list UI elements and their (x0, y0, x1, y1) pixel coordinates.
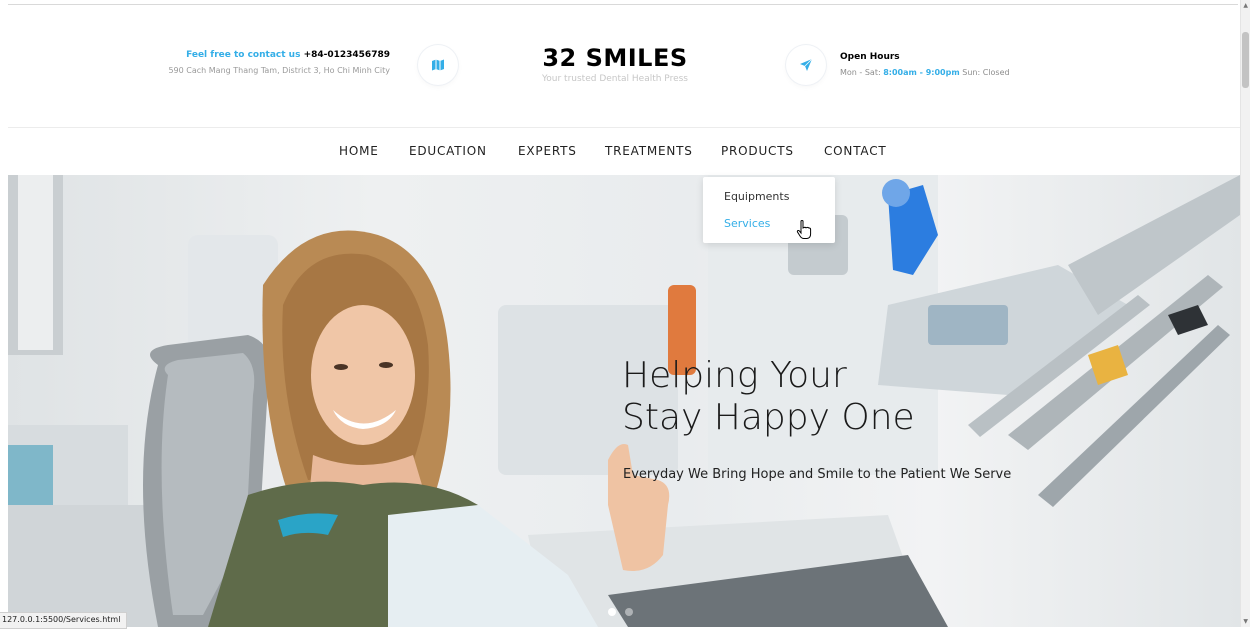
slider-dot-2[interactable] (625, 608, 634, 616)
brand-tagline: Your trusted Dental Health Press (541, 74, 688, 84)
contact-info: Feel free to contact us +84-0123456789 5… (168, 50, 390, 75)
vertical-scrollbar[interactable]: ▲ ▼ (1240, 0, 1250, 627)
brand-title[interactable]: 32 SMILES (510, 44, 720, 72)
hand-cursor-icon (796, 220, 812, 239)
hours-title: Open Hours (840, 52, 900, 62)
site-header: Feel free to contact us +84-0123456789 5… (0, 0, 1240, 128)
nav-experts[interactable]: EXPERTS (518, 144, 577, 158)
map-icon (418, 45, 458, 85)
scroll-down-arrow-icon[interactable]: ▼ (1243, 618, 1248, 625)
browser-status-bar: 127.0.0.1:5500/Services.html (0, 612, 128, 629)
contact-prefix: Feel free to contact us (186, 50, 301, 60)
contact-phone[interactable]: +84-0123456789 (304, 50, 390, 60)
paper-plane-icon (786, 45, 826, 85)
nav-treatments[interactable]: TREATMENTS (605, 144, 693, 158)
hero-slider: Helping Your Stay Happy One Everyday We … (8, 175, 1240, 627)
dropdown-item-equipments[interactable]: Equipments (724, 190, 789, 203)
site-logo[interactable]: 32 SMILES Your trusted Dental Health Pre… (510, 44, 720, 84)
hours-prefix: Mon - Sat: (840, 68, 881, 77)
dropdown-item-services[interactable]: Services (724, 217, 770, 230)
hero-heading-line2: Stay Happy One (622, 397, 915, 438)
nav-contact[interactable]: CONTACT (824, 144, 887, 158)
scrollbar-thumb[interactable] (1242, 32, 1249, 88)
nav-home[interactable]: HOME (339, 144, 379, 158)
products-dropdown-menu: Equipments Services (703, 177, 835, 243)
contact-address: 590 Cach Mang Thang Tam, District 3, Ho … (168, 66, 390, 75)
nav-products[interactable]: PRODUCTS (721, 144, 794, 158)
nav-education[interactable]: EDUCATION (409, 144, 487, 158)
hero-heading-line1: Helping Your (622, 355, 847, 396)
hours-time: 8:00am - 9:00pm (883, 68, 960, 77)
scroll-up-arrow-icon[interactable]: ▲ (1243, 2, 1248, 9)
hours-suffix: Sun: Closed (962, 68, 1010, 77)
open-hours: Open Hours Mon - Sat: 8:00am - 9:00pm Su… (840, 52, 1010, 77)
slider-dots (608, 601, 637, 620)
main-nav: HOME EDUCATION EXPERTS TREATMENTS PRODUC… (0, 128, 1240, 175)
hero-heading: Helping Your Stay Happy One (622, 355, 915, 439)
hero-subheading: Everyday We Bring Hope and Smile to the … (623, 467, 1012, 482)
hours-text: Mon - Sat: 8:00am - 9:00pm Sun: Closed (840, 68, 1010, 77)
slider-dot-1[interactable] (608, 608, 616, 616)
